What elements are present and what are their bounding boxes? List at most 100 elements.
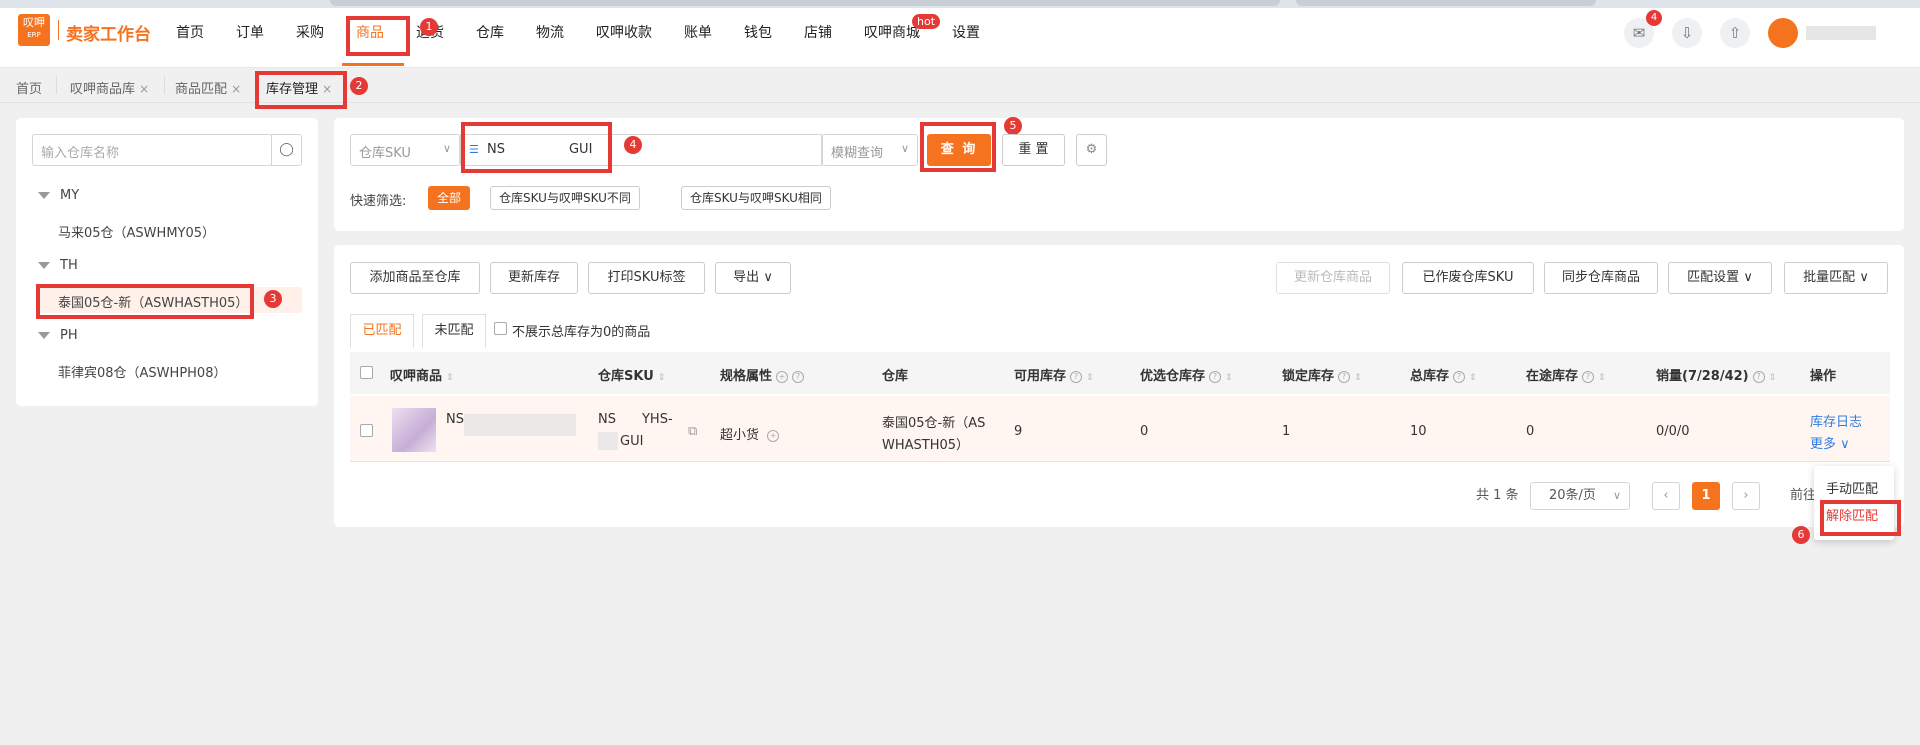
- help-icon[interactable]: ?: [1070, 370, 1083, 383]
- settings-gear-icon[interactable]: ⚙: [1076, 134, 1107, 166]
- column-header-total[interactable]: 总库存? ⇕: [1410, 365, 1477, 384]
- chevron-down-icon: ∨: [1612, 489, 1621, 502]
- tree-leaf-ph08[interactable]: 菲律宾08仓（ASWHPH08）: [58, 362, 226, 381]
- chip-sku-different[interactable]: 仓库SKU与叹呷SKU不同: [490, 186, 640, 210]
- help-icon[interactable]: ?: [1582, 370, 1595, 383]
- reset-button[interactable]: 重 置: [1002, 134, 1065, 166]
- chip-all[interactable]: 全部: [428, 186, 471, 210]
- product-thumbnail[interactable]: [392, 408, 436, 452]
- tab-product-matching[interactable]: 商品匹配 ×: [175, 78, 241, 97]
- plus-circle-icon[interactable]: +: [776, 370, 789, 383]
- export-dropdown-button[interactable]: 导出 ∨: [715, 262, 791, 294]
- search-icon[interactable]: ◯: [271, 134, 302, 166]
- copy-icon[interactable]: ⧉: [688, 424, 697, 439]
- warehouse-search-input[interactable]: 输入仓库名称: [32, 134, 272, 166]
- warehouse-sku-line1: NS YHS-: [598, 412, 673, 427]
- plus-circle-icon[interactable]: +: [767, 429, 780, 442]
- nav-wallet[interactable]: 钱包: [744, 22, 772, 42]
- browser-tab[interactable]: [330, 0, 1280, 6]
- tab-unmatched[interactable]: 未匹配: [422, 314, 486, 348]
- help-icon[interactable]: ?: [1453, 370, 1466, 383]
- app-logo[interactable]: 叹呷 ERP: [18, 14, 50, 46]
- sort-icon[interactable]: ⇕: [1598, 373, 1606, 383]
- page-size-select[interactable]: 20条/页 ∨: [1530, 482, 1630, 510]
- menu-item-manual-match[interactable]: 手动匹配: [1826, 478, 1878, 497]
- callout-box-5: [920, 122, 996, 172]
- sort-icon[interactable]: ⇕: [658, 373, 666, 383]
- tab-matched[interactable]: 已匹配: [350, 314, 414, 348]
- nav-settings[interactable]: 设置: [952, 22, 980, 42]
- sort-icon[interactable]: ⇕: [1086, 373, 1094, 383]
- tab-home[interactable]: 首页: [16, 78, 42, 97]
- prev-page-icon[interactable]: ‹: [1652, 482, 1680, 510]
- nav-shop[interactable]: 店铺: [804, 22, 832, 42]
- batch-match-dropdown[interactable]: 批量匹配 ∨: [1784, 262, 1888, 294]
- column-header-preferred[interactable]: 优选仓库存? ⇕: [1140, 365, 1233, 384]
- tab-label: 叹呷商品库: [70, 82, 136, 97]
- print-sku-label-button[interactable]: 打印SKU标签: [588, 262, 705, 294]
- hide-zero-checkbox[interactable]: [494, 322, 507, 335]
- nav-bills[interactable]: 账单: [684, 22, 712, 42]
- stock-log-link[interactable]: 库存日志: [1810, 411, 1862, 430]
- caret-down-icon[interactable]: [38, 332, 50, 339]
- close-icon[interactable]: ×: [139, 82, 149, 96]
- match-settings-dropdown[interactable]: 匹配设置 ∨: [1668, 262, 1772, 294]
- user-name-blurred[interactable]: [1806, 26, 1876, 40]
- update-stock-button[interactable]: 更新库存: [490, 262, 578, 294]
- nav-payments[interactable]: 叹呷收款: [596, 22, 652, 42]
- column-header-available[interactable]: 可用库存? ⇕: [1014, 365, 1094, 384]
- match-mode-select[interactable]: 模糊查询 ∨: [822, 134, 918, 166]
- sort-icon[interactable]: ⇕: [1469, 373, 1477, 383]
- app-title: 卖家工作台: [66, 25, 151, 45]
- nav-logistics[interactable]: 物流: [536, 22, 564, 42]
- voided-sku-button[interactable]: 已作废仓库SKU: [1402, 262, 1534, 294]
- chevron-down-icon: ∨: [1859, 270, 1869, 285]
- tree-leaf-my05[interactable]: 马来05仓（ASWHMY05）: [58, 222, 215, 241]
- column-header-product[interactable]: 叹呷商品 ⇕: [390, 365, 454, 384]
- select-all-checkbox[interactable]: [360, 366, 373, 379]
- help-icon[interactable]: ?: [792, 370, 805, 383]
- hide-zero-label: 不展示总库存为0的商品: [512, 325, 651, 340]
- nav-orders[interactable]: 订单: [236, 22, 264, 42]
- product-name[interactable]: NS: [446, 412, 464, 427]
- help-icon[interactable]: ?: [1752, 370, 1765, 383]
- column-header-label: 可用库存: [1014, 369, 1067, 384]
- chip-sku-same[interactable]: 仓库SKU与叹呷SKU相同: [681, 186, 831, 210]
- column-header-spec[interactable]: 规格属性 +?: [720, 365, 805, 384]
- sync-warehouse-products-button[interactable]: 同步仓库商品: [1544, 262, 1658, 294]
- column-header-warehouse-sku[interactable]: 仓库SKU ⇕: [598, 365, 665, 384]
- column-header-locked[interactable]: 锁定库存? ⇕: [1282, 365, 1362, 384]
- caret-down-icon[interactable]: [38, 192, 50, 199]
- nav-purchase[interactable]: 采购: [296, 22, 324, 42]
- sort-icon[interactable]: ⇕: [446, 373, 454, 383]
- caret-down-icon[interactable]: [38, 262, 50, 269]
- nav-home[interactable]: 首页: [176, 22, 204, 42]
- callout-number-4: 4: [624, 136, 642, 154]
- add-product-to-warehouse-button[interactable]: 添加商品至仓库: [350, 262, 480, 294]
- help-icon[interactable]: ?: [1209, 370, 1222, 383]
- help-icon[interactable]: ?: [1338, 370, 1351, 383]
- update-warehouse-products-button[interactable]: 更新仓库商品: [1276, 262, 1390, 294]
- column-header-in-transit[interactable]: 在途库存? ⇕: [1526, 365, 1606, 384]
- next-page-icon[interactable]: ›: [1732, 482, 1760, 510]
- tab-product-library[interactable]: 叹呷商品库 ×: [70, 78, 149, 97]
- row-checkbox[interactable]: [360, 424, 373, 437]
- sort-icon[interactable]: ⇕: [1769, 373, 1777, 383]
- more-actions-link[interactable]: 更多 ∨: [1810, 433, 1850, 452]
- tree-group-th[interactable]: TH: [38, 258, 78, 273]
- avatar[interactable]: [1768, 18, 1798, 48]
- sort-icon[interactable]: ⇕: [1354, 373, 1362, 383]
- tree-group-ph[interactable]: PH: [38, 328, 78, 343]
- tab-divider: [164, 76, 165, 94]
- download-icon[interactable]: ⇩: [1672, 18, 1702, 48]
- browser-tab[interactable]: [1296, 0, 1596, 6]
- sort-icon[interactable]: ⇕: [1225, 373, 1233, 383]
- nav-mall[interactable]: 叹呷商城: [864, 22, 920, 42]
- column-header-sales[interactable]: 销量(7/28/42)? ⇕: [1656, 365, 1776, 384]
- nav-warehouse[interactable]: 仓库: [476, 22, 504, 42]
- close-icon[interactable]: ×: [231, 82, 241, 96]
- share-icon[interactable]: ⇧: [1720, 18, 1750, 48]
- page-number-current[interactable]: 1: [1692, 482, 1720, 510]
- tree-group-my[interactable]: MY: [38, 188, 79, 203]
- field-select[interactable]: 仓库SKU ∨: [350, 134, 460, 166]
